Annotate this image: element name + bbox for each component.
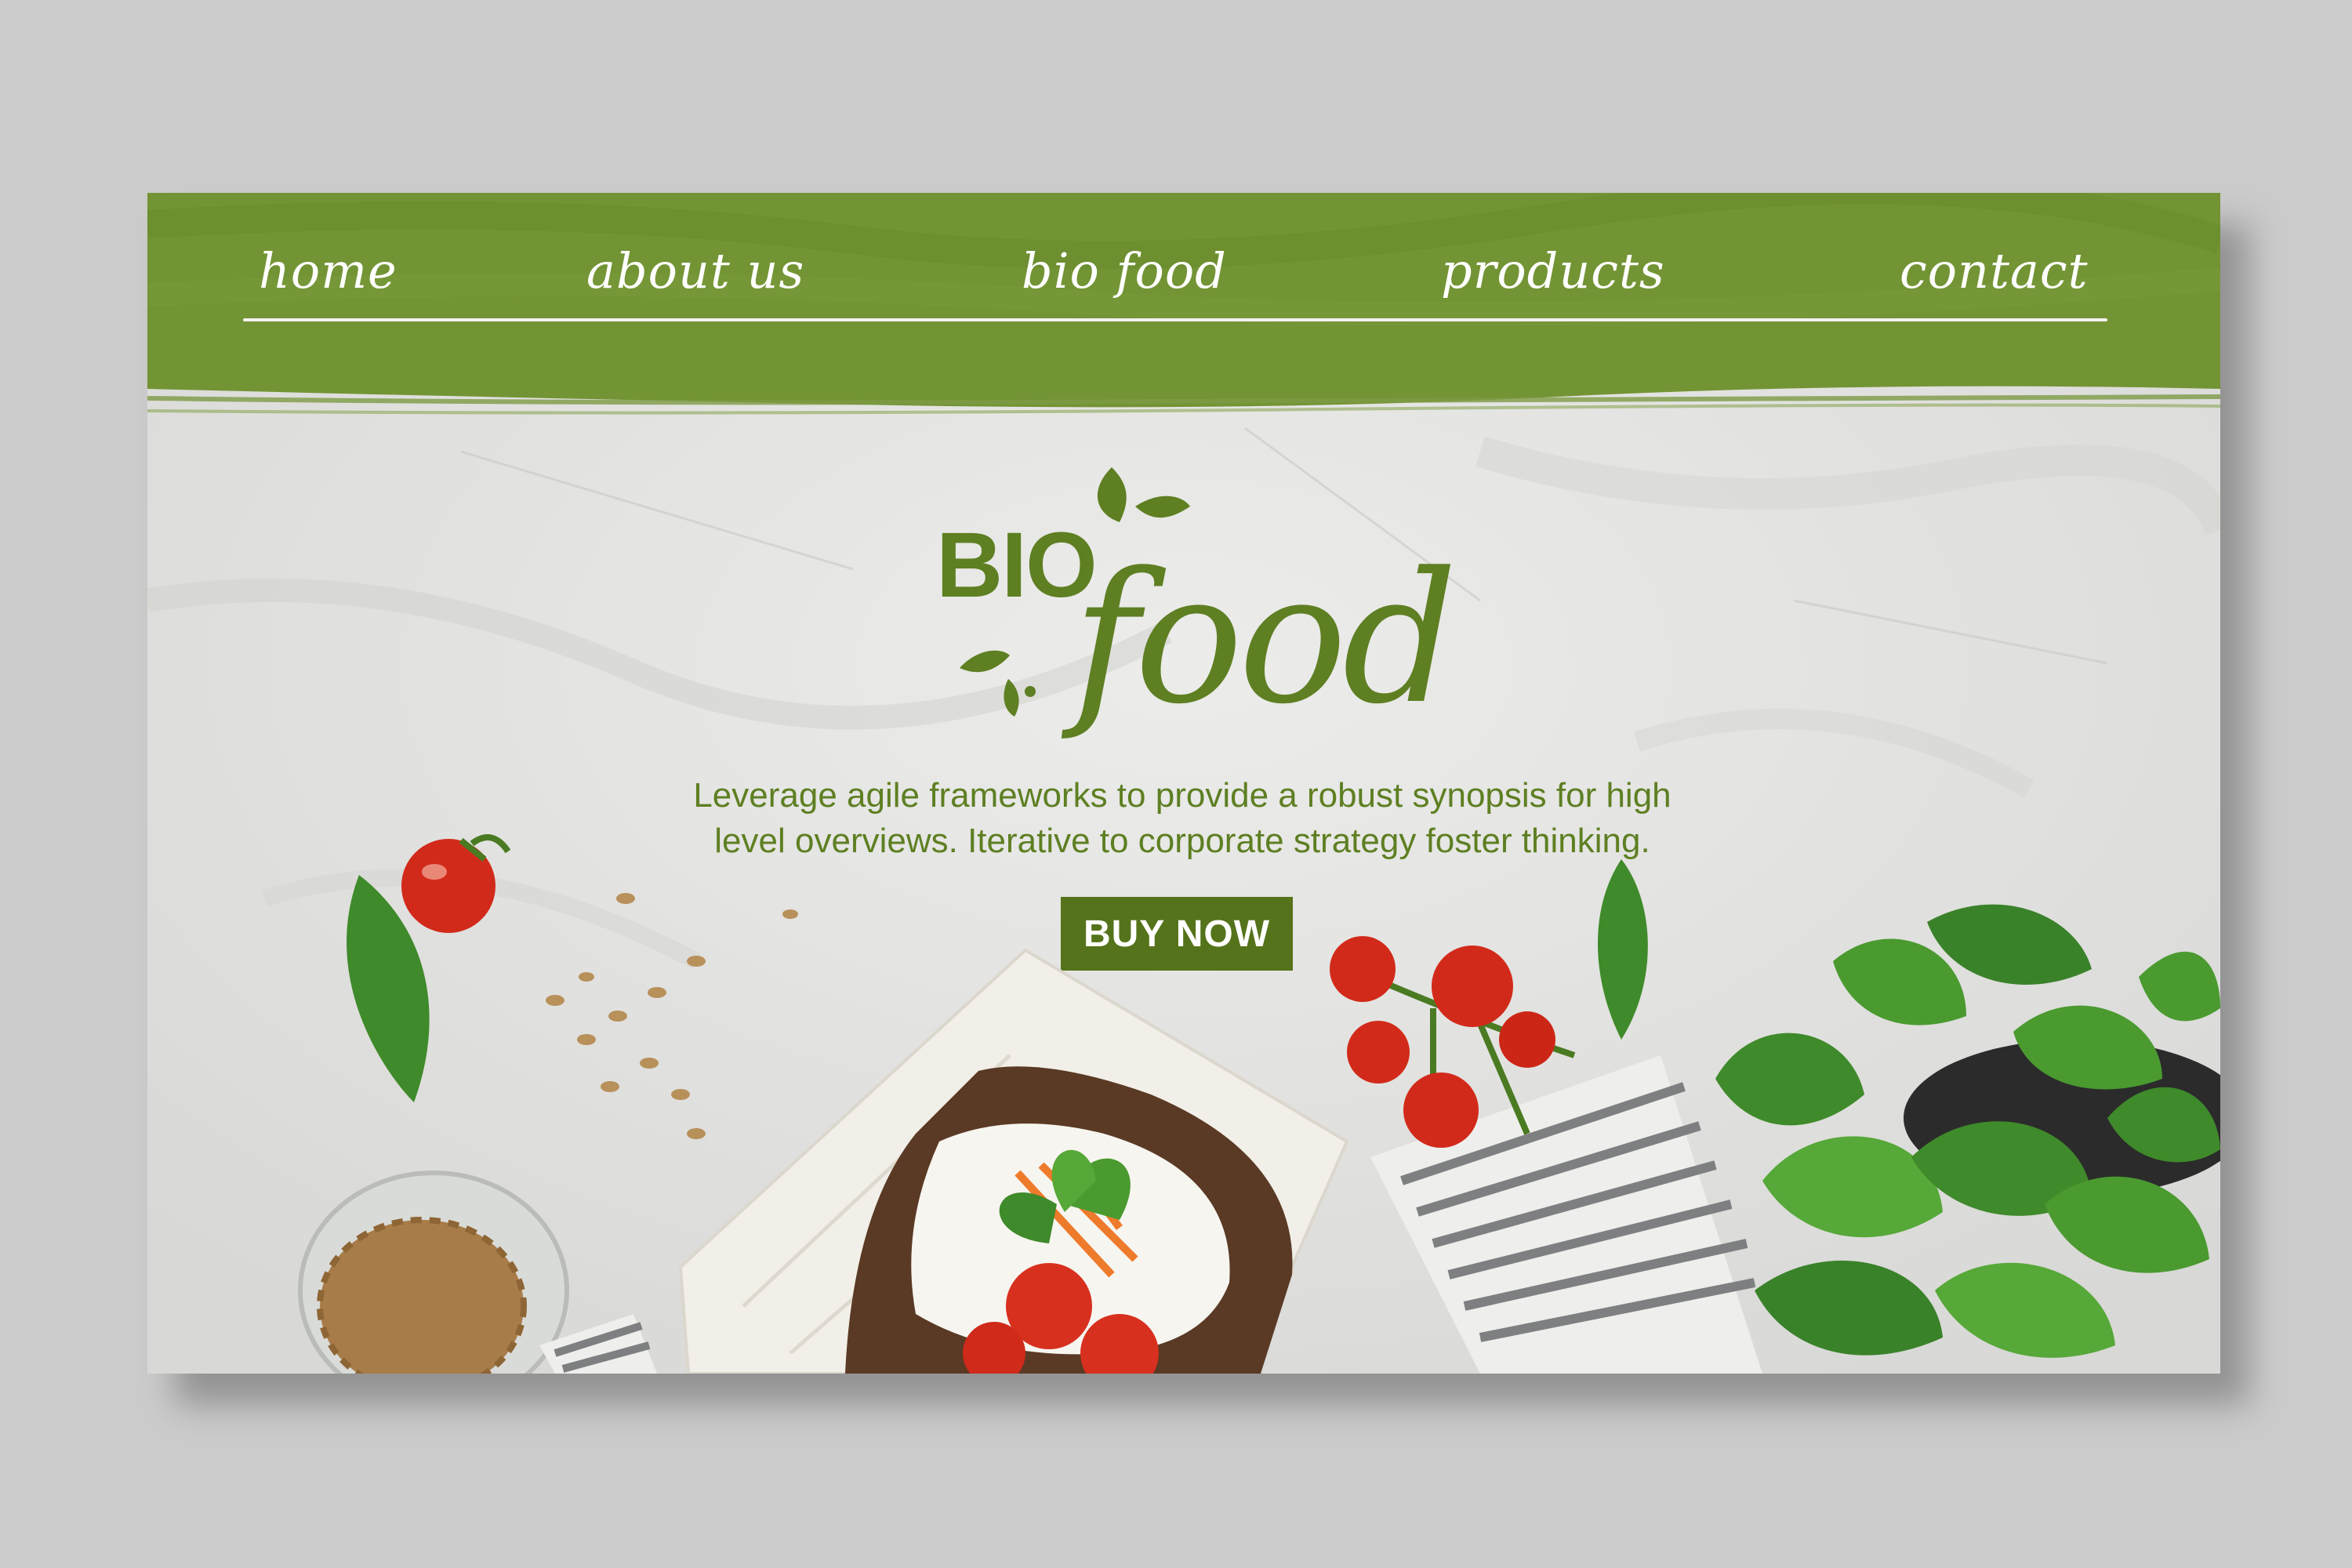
nav-link-home[interactable]: home <box>259 236 397 307</box>
tagline-line-2: level overviews. Iterative to corporate … <box>714 822 1650 860</box>
nav-underline <box>243 318 2107 321</box>
nav-link-bio-food[interactable]: bio food <box>1022 236 1227 307</box>
nav-link-about-us[interactable]: about us <box>586 236 804 307</box>
landing-page-mockup: home about us bio food products contact … <box>147 193 2220 1374</box>
nav-link-contact[interactable]: contact <box>1900 236 2089 307</box>
tagline-line-1: Leverage agile frameworks to provide a r… <box>693 776 1671 815</box>
nav-link-products[interactable]: products <box>1441 236 1665 307</box>
brush-stroke-divider <box>147 334 2220 415</box>
nav-bar: home about us bio food products contact <box>147 193 2220 342</box>
buy-now-button[interactable]: BUY NOW <box>1061 897 1293 971</box>
hero-tagline: Leverage agile frameworks to provide a r… <box>633 773 1731 864</box>
logo-food-script: food <box>1073 535 1457 744</box>
